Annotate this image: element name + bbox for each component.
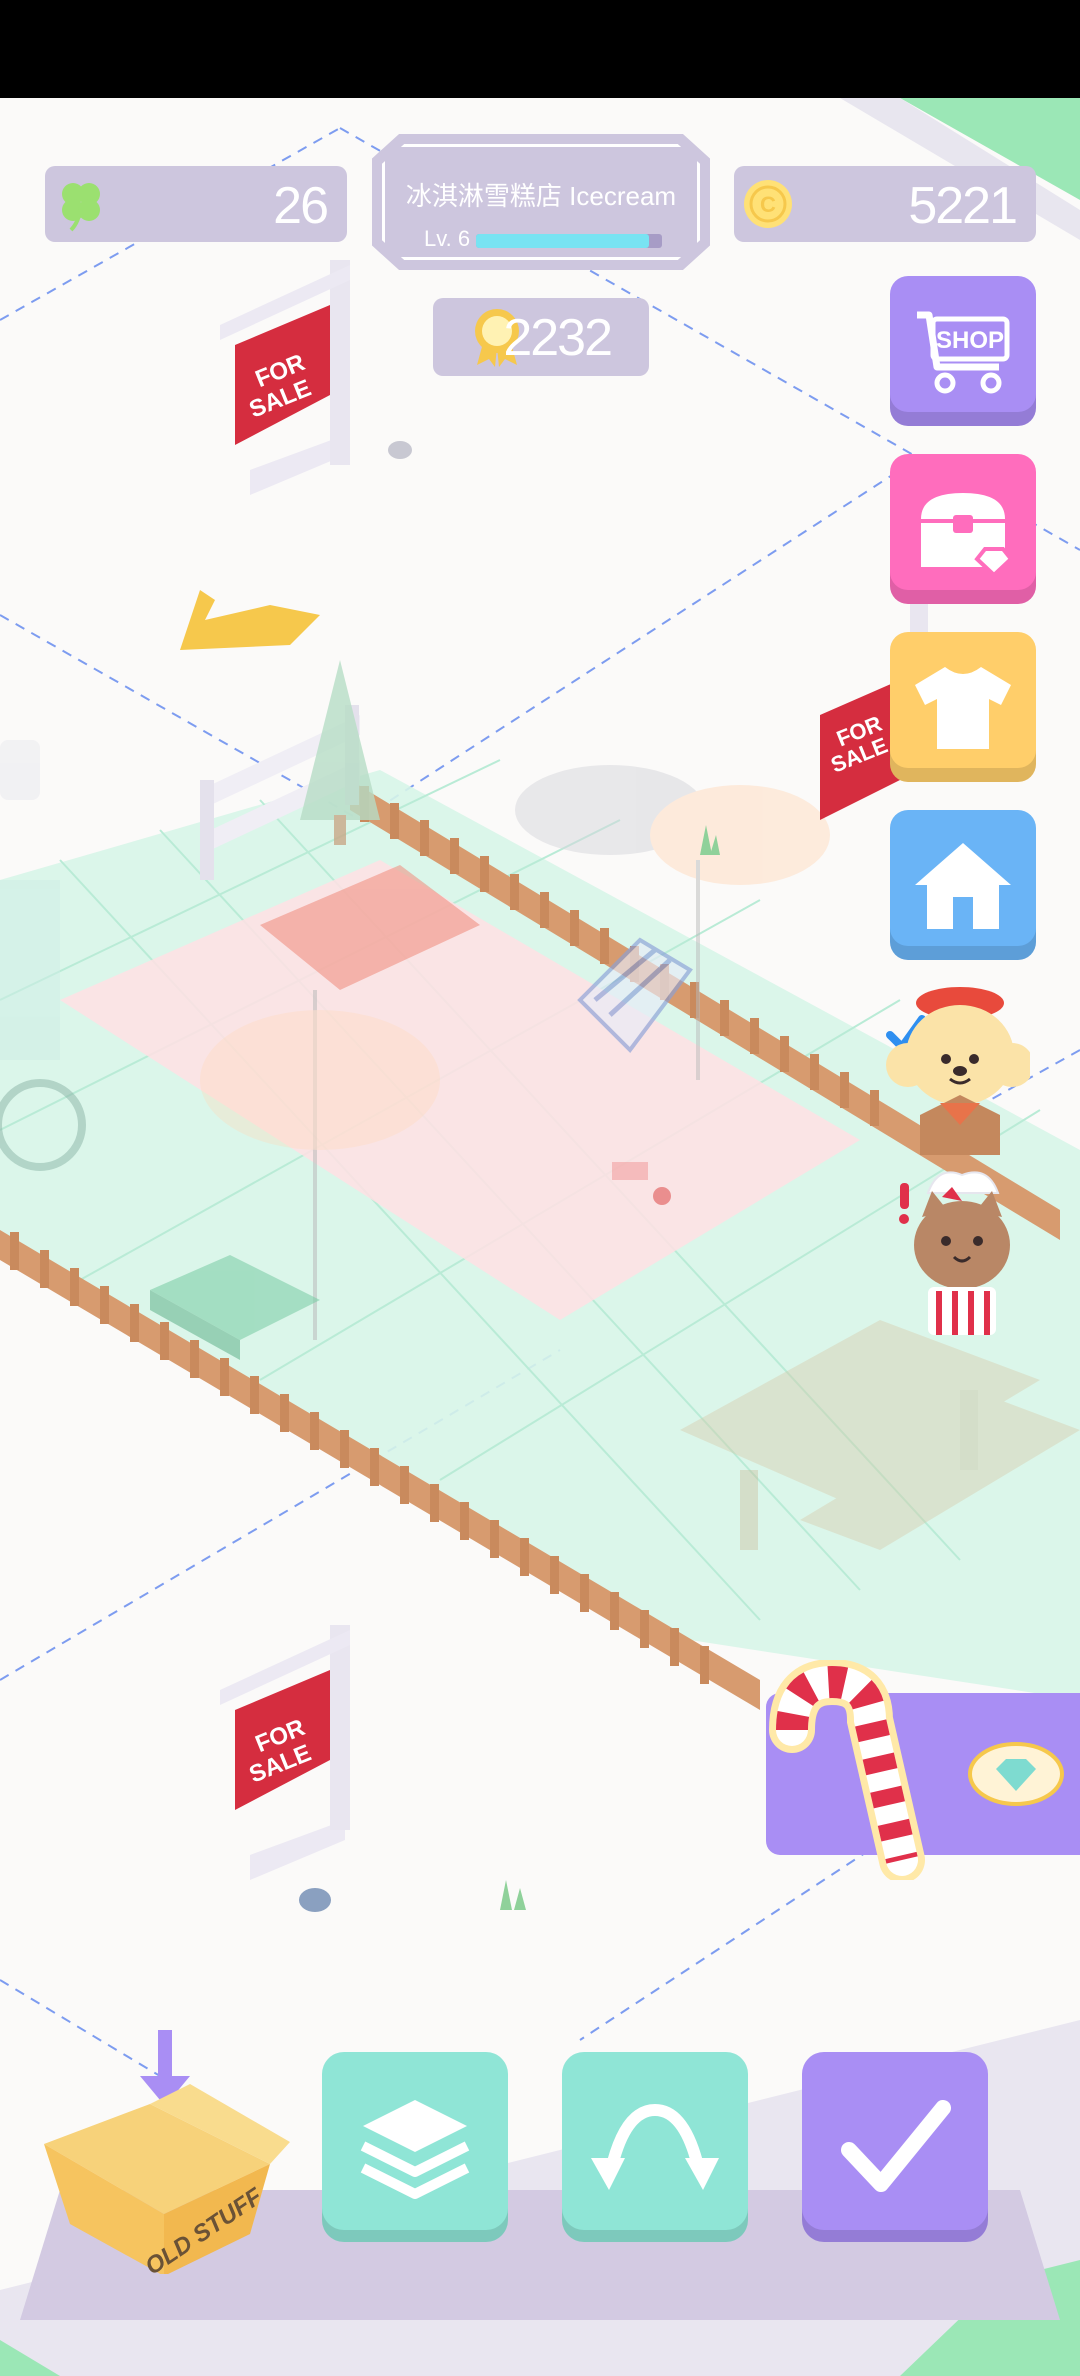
house-icon	[915, 843, 1011, 929]
banana-peel	[180, 590, 320, 650]
apple	[653, 1187, 671, 1205]
shop-title-plate: 冰淇淋雪糕店 Icecream Lv. 6	[372, 134, 710, 270]
shop-name: 冰淇淋雪糕店 Icecream	[405, 181, 677, 211]
clover-icon	[62, 183, 100, 232]
rotate-button[interactable]	[562, 2052, 748, 2242]
poodle-customer[interactable]	[880, 985, 1030, 1155]
home-button[interactable]	[890, 810, 1036, 960]
level-progress-fill	[476, 234, 649, 248]
svg-text:C: C	[760, 192, 776, 217]
pebble	[299, 1888, 331, 1912]
rotate-icon	[591, 2103, 719, 2190]
down-arrow-icon	[158, 2030, 172, 2080]
level-label: Lv. 6	[424, 226, 471, 251]
for-sale-sign[interactable]: FOR SALE	[220, 1625, 350, 1880]
for-sale-sign[interactable]: FOR SALE	[220, 260, 350, 495]
clover-count: 26	[273, 177, 329, 235]
outfit-button[interactable]	[890, 632, 1036, 782]
coin-icon: C	[744, 180, 792, 228]
old-stuff-box[interactable]: OLD STUFF	[40, 2024, 290, 2274]
coin-counter: C 5221	[734, 166, 1036, 242]
candy-cane-icon[interactable]	[752, 1660, 932, 1880]
layers-icon	[360, 2100, 470, 2199]
level-progress-bar	[476, 234, 662, 248]
gem-icon	[968, 1742, 1064, 1806]
status-bar	[0, 0, 1080, 98]
confirm-button[interactable]	[802, 2052, 988, 2242]
coin-count: 5221	[908, 177, 1018, 235]
shop-label: SHOP	[936, 327, 1004, 354]
shirt-icon	[915, 667, 1011, 749]
pebble	[388, 441, 412, 459]
exclamation-icon	[900, 1183, 909, 1209]
cat-customer[interactable]	[892, 1165, 1032, 1335]
award-counter: 2232	[433, 298, 649, 376]
award-points: 2232	[503, 309, 613, 367]
treasure-chest-button[interactable]	[890, 454, 1036, 604]
chest-icon	[921, 493, 1014, 578]
shop-button[interactable]: SHOP	[890, 276, 1036, 426]
book	[612, 1162, 648, 1180]
shop-icon: SHOP	[917, 311, 1010, 394]
layers-button[interactable]	[322, 2052, 508, 2242]
clover-counter: 26	[45, 166, 347, 242]
check-icon	[841, 2100, 951, 2192]
